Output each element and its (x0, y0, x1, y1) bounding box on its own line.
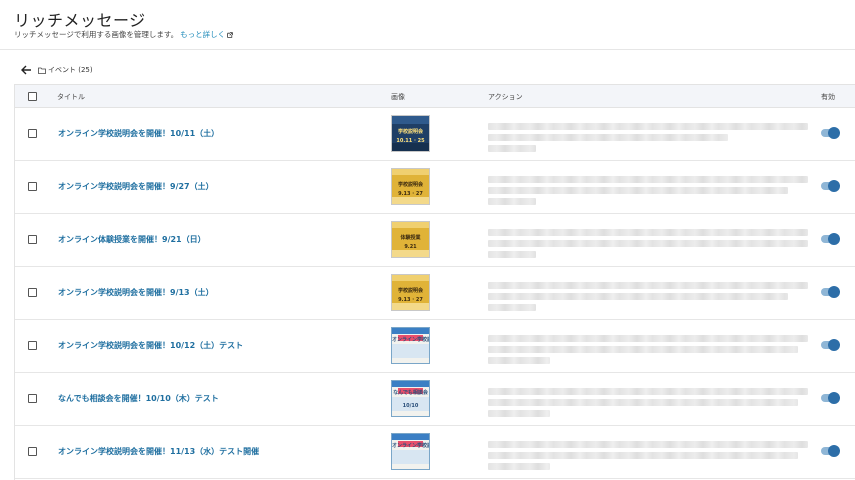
page-description: リッチメッセージで利用する画像を管理します。 もっと詳しく (14, 29, 233, 40)
thumbnail-date: 9.13 · 27 (398, 297, 423, 303)
row-title-link[interactable]: オンライン学校説明会を開催！10/12（土）テスト (58, 340, 243, 351)
toggle-knob (828, 180, 840, 192)
action-blurred-text (488, 282, 808, 289)
enabled-toggle[interactable] (821, 233, 840, 245)
table-row[interactable]: オンライン体験授業を開催！9/21（日） 体験授業 9.21 (15, 214, 855, 267)
action-blurred-text (488, 463, 550, 470)
row-checkbox[interactable] (28, 182, 37, 191)
back-button[interactable] (20, 64, 32, 76)
action-blurred-text (488, 452, 798, 459)
toggle-knob (828, 127, 840, 139)
row-checkbox[interactable] (28, 235, 37, 244)
select-all-checkbox[interactable] (28, 92, 37, 101)
row-title-link[interactable]: なんでも相談会を開催！10/10（木）テスト (58, 393, 219, 404)
thumbnail-text: 学校説明会 (397, 182, 423, 188)
arrow-left-icon (20, 65, 31, 75)
row-title-link[interactable]: オンライン体験授業を開催！9/21（日） (58, 234, 206, 245)
row-title-link[interactable]: オンライン学校説明会を開催！9/13（土） (58, 287, 214, 298)
action-blurred-text (488, 357, 550, 364)
action-blurred-text (488, 240, 808, 247)
action-blurred-text (488, 388, 808, 395)
rich-message-thumbnail[interactable]: 学校説明会 9.13 · 27 (391, 168, 430, 205)
table-row[interactable]: なんでも相談会を開催！10/10（木）テスト なんでも相談会 10/10 (15, 373, 855, 426)
thumbnail-text: オンライン学校説明会 (392, 443, 429, 449)
row-title-link[interactable]: オンライン学校説明会を開催！10/11（土） (58, 128, 219, 139)
action-blurred-text (488, 410, 550, 417)
action-blurred-text (488, 335, 808, 342)
toggle-knob (828, 286, 840, 298)
enabled-toggle[interactable] (821, 339, 840, 351)
enabled-toggle[interactable] (821, 392, 840, 404)
column-header-title[interactable]: タイトル (57, 92, 85, 102)
action-blurred-text (488, 134, 728, 141)
breadcrumb-folder-label[interactable]: イベント (25) (48, 65, 93, 75)
row-title-link[interactable]: オンライン学校説明会を開催！9/27（土） (58, 181, 214, 192)
rich-message-table: タイトル 画像 アクション 有効 オンライン学校説明会を開催！10/11（土） 学… (14, 84, 855, 480)
rich-message-thumbnail[interactable]: 学校説明会 9.13 · 27 (391, 274, 430, 311)
breadcrumb: イベント (25) (20, 63, 93, 77)
toggle-knob (828, 233, 840, 245)
action-blurred-text (488, 441, 808, 448)
action-blurred-text (488, 251, 536, 258)
action-blurred-text (488, 399, 798, 406)
enabled-toggle[interactable] (821, 127, 840, 139)
table-header: タイトル 画像 アクション 有効 (15, 85, 855, 108)
thumbnail-date: 9.21 (404, 244, 417, 250)
thumbnail-text: なんでも相談会 (393, 390, 428, 396)
action-blurred-text (488, 293, 788, 300)
action-blurred-text (488, 229, 808, 236)
thumbnail-date: 10.11 · 25 (396, 138, 425, 144)
thumbnail-date: 10/10 (402, 403, 419, 409)
column-header-image: 画像 (391, 93, 405, 101)
row-title-link[interactable]: オンライン学校説明会を開催！11/13（水）テスト開催 (58, 446, 259, 457)
thumbnail-text: 学校説明会 (397, 129, 423, 135)
enabled-toggle[interactable] (821, 180, 840, 192)
table-row[interactable]: オンライン学校説明会を開催！11/13（水）テスト開催 オンライン学校説明会 (15, 426, 855, 479)
page-title: リッチメッセージ (14, 11, 146, 30)
action-blurred-text (488, 176, 808, 183)
thumbnail-date: 9.13 · 27 (398, 191, 423, 197)
action-blurred-text (488, 123, 808, 130)
column-header-enabled: 有効 (821, 93, 835, 101)
action-blurred-text (488, 198, 536, 205)
table-row[interactable]: オンライン学校説明会を開催！9/13（土） 学校説明会 9.13 · 27 (15, 267, 855, 320)
action-blurred-text (488, 304, 536, 311)
enabled-toggle[interactable] (821, 286, 840, 298)
row-checkbox[interactable] (28, 129, 37, 138)
column-header-action: アクション (488, 93, 523, 101)
page-header: リッチメッセージ リッチメッセージで利用する画像を管理します。 もっと詳しく (0, 0, 855, 50)
learn-more-link[interactable]: もっと詳しく (180, 30, 225, 39)
action-blurred-text (488, 145, 536, 152)
table-row[interactable]: オンライン学校説明会を開催！10/12（土）テスト オンライン学校説明会 (15, 320, 855, 373)
row-checkbox[interactable] (28, 394, 37, 403)
toggle-knob (828, 392, 840, 404)
page-description-text: リッチメッセージで利用する画像を管理します。 (14, 30, 179, 39)
table-row[interactable]: オンライン学校説明会を開催！10/11（土） 学校説明会 10.11 · 25 (15, 108, 855, 161)
table-row[interactable]: オンライン学校説明会を開催！9/27（土） 学校説明会 9.13 · 27 (15, 161, 855, 214)
thumbnail-text: 学校説明会 (397, 288, 423, 294)
action-blurred-text (488, 187, 788, 194)
row-checkbox[interactable] (28, 288, 37, 297)
thumbnail-text: オンライン学校説明会 (392, 337, 429, 343)
thumbnail-text: 体験授業 (400, 235, 421, 241)
toggle-knob (828, 445, 840, 457)
rich-message-thumbnail[interactable]: 学校説明会 10.11 · 25 (391, 115, 430, 152)
external-link-icon[interactable] (227, 32, 233, 38)
rich-message-thumbnail[interactable]: 体験授業 9.21 (391, 221, 430, 258)
folder-icon (38, 67, 46, 74)
action-blurred-text (488, 346, 798, 353)
toggle-knob (828, 339, 840, 351)
rich-message-thumbnail[interactable]: オンライン学校説明会 (391, 433, 430, 470)
row-checkbox[interactable] (28, 341, 37, 350)
rich-message-thumbnail[interactable]: なんでも相談会 10/10 (391, 380, 430, 417)
enabled-toggle[interactable] (821, 445, 840, 457)
row-checkbox[interactable] (28, 447, 37, 456)
rich-message-thumbnail[interactable]: オンライン学校説明会 (391, 327, 430, 364)
